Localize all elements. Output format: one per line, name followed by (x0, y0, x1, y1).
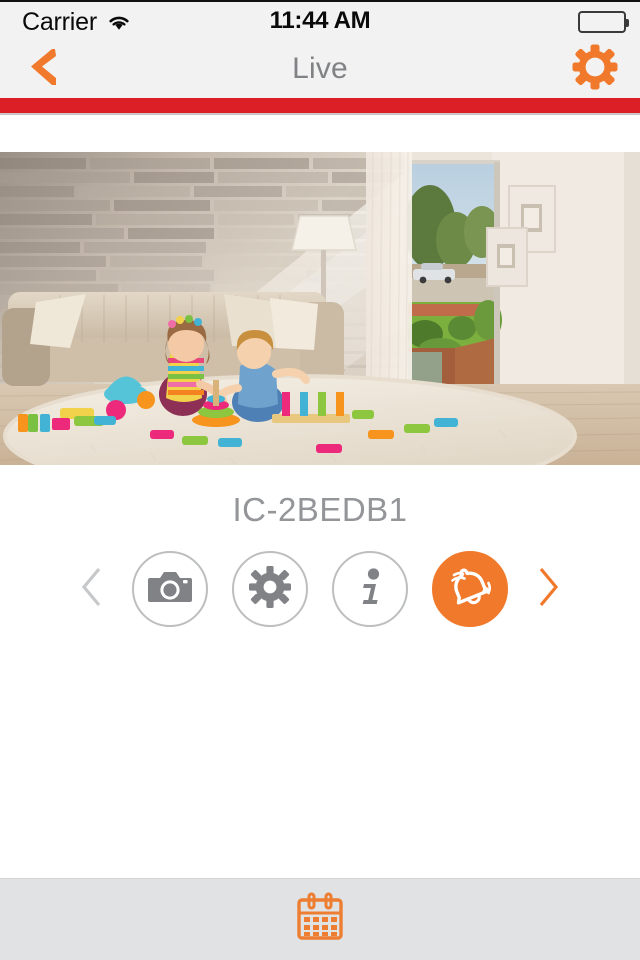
back-button[interactable] (22, 40, 62, 98)
camera-icon (148, 569, 192, 610)
battery-full-icon (578, 11, 629, 33)
camera-settings-button[interactable] (232, 551, 308, 627)
status-bar: Carrier 11:44 AM (0, 0, 640, 40)
snapshot-button[interactable] (132, 551, 208, 627)
device-panel: IC-2BEDB1 (0, 465, 640, 627)
status-bar-time: 11:44 AM (269, 7, 371, 34)
camera-control-row (0, 551, 640, 627)
chevron-left-icon (22, 45, 62, 94)
device-name-label: IC-2BEDB1 (232, 491, 408, 528)
status-bar-right (578, 2, 629, 42)
settings-button[interactable] (572, 40, 618, 98)
camera-info-button[interactable] (332, 551, 408, 627)
live-camera-feed[interactable] (0, 152, 640, 465)
calendar-icon (295, 892, 345, 947)
chevron-left-icon (79, 565, 105, 614)
video-top-gap (0, 115, 640, 152)
gear-icon (572, 44, 618, 95)
info-icon (355, 566, 385, 613)
gear-icon (249, 565, 291, 613)
bell-icon (445, 564, 495, 615)
calendar-button[interactable] (295, 892, 345, 947)
previous-camera-arrow[interactable] (64, 554, 120, 624)
page-title: Live (292, 52, 348, 85)
next-camera-arrow[interactable] (520, 554, 576, 624)
chevron-right-icon (535, 565, 561, 614)
alert-sound-button[interactable] (432, 551, 508, 627)
app-screen: Carrier 11:44 AM Live IC-2BEDB1 (0, 0, 640, 960)
bottom-toolbar (0, 878, 640, 960)
navigation-bar: Live (0, 40, 640, 98)
accent-divider-bar (0, 98, 640, 113)
